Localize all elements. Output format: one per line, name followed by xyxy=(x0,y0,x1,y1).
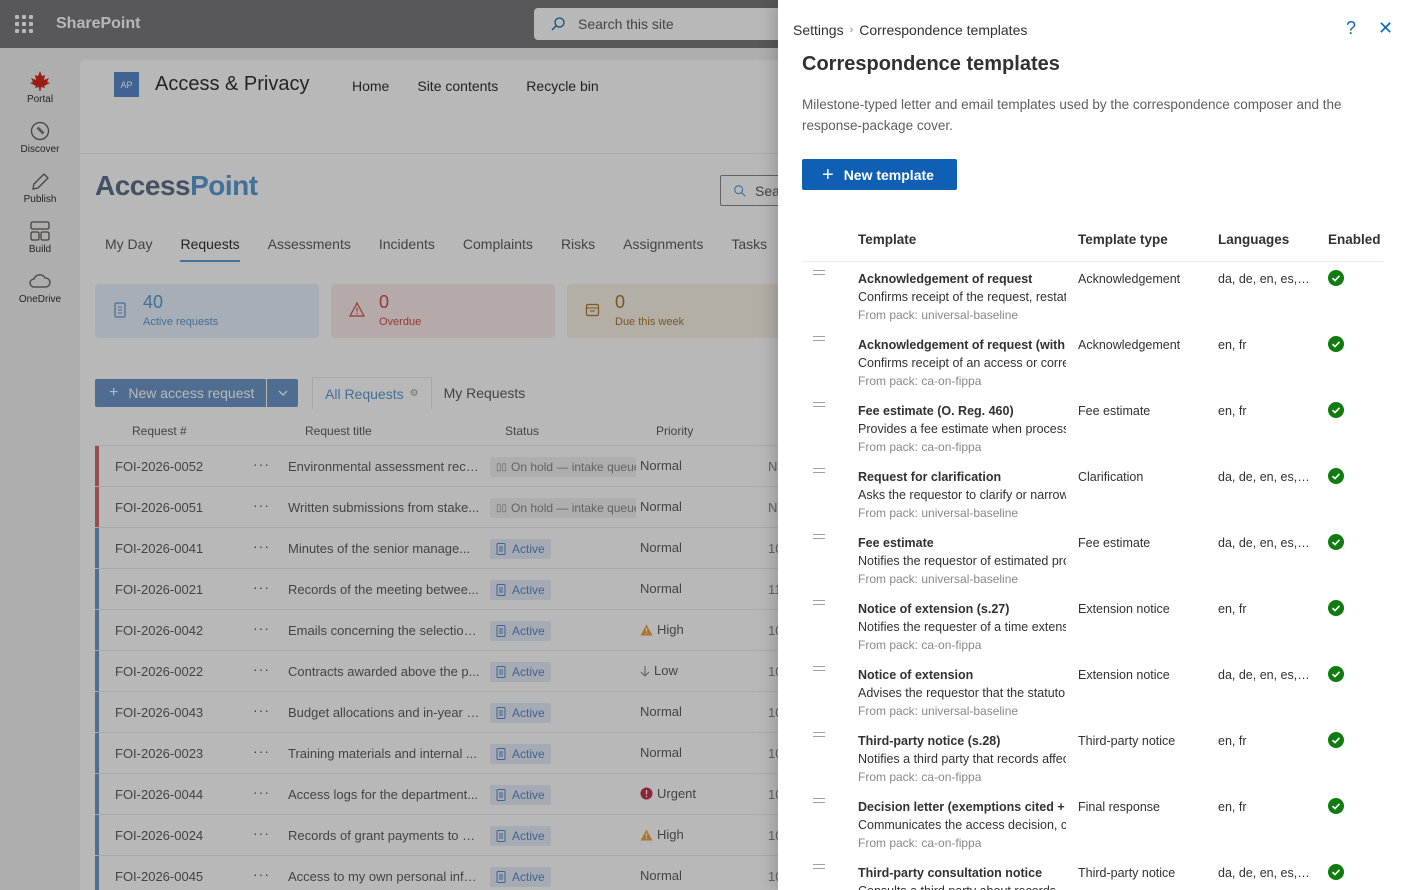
template-type: Extension notice xyxy=(1078,668,1170,682)
template-description: Notifies the requester of a time extensi… xyxy=(858,620,1066,634)
template-name[interactable]: Fee estimate xyxy=(858,536,1066,550)
template-type: Fee estimate xyxy=(1078,536,1151,550)
drag-handle-icon[interactable] xyxy=(813,402,825,410)
template-name[interactable]: Third-party notice (s.28) xyxy=(858,734,1066,748)
template-languages: en, fr xyxy=(1218,602,1247,616)
template-description: Confirms receipt of an access or correct xyxy=(858,356,1066,370)
template-name[interactable]: Acknowledgement of request xyxy=(858,272,1066,286)
template-name[interactable]: Acknowledgement of request (with $5 xyxy=(858,338,1066,352)
template-description: Provides a fee estimate when processin xyxy=(858,422,1066,436)
template-description: Asks the requestor to clarify or narrow … xyxy=(858,488,1066,502)
enabled-check-icon[interactable] xyxy=(1328,402,1344,421)
new-template-button[interactable]: + New template xyxy=(802,159,957,190)
template-description: Advises the requestor that the statutory xyxy=(858,686,1066,700)
template-pack: From pack: universal-baseline xyxy=(858,704,1019,718)
drag-handle-icon[interactable] xyxy=(813,336,825,344)
template-name[interactable]: Third-party consultation notice xyxy=(858,866,1066,880)
enabled-check-icon[interactable] xyxy=(1328,270,1344,289)
template-pack: From pack: ca-on-fippa xyxy=(858,770,982,784)
help-icon[interactable]: ? xyxy=(1346,18,1356,39)
drag-handle-icon[interactable] xyxy=(813,270,825,278)
template-description: Communicates the access decision, citir xyxy=(858,818,1066,832)
template-row[interactable]: Fee estimate (O. Reg. 460) Provides a fee… xyxy=(802,396,1383,462)
breadcrumb-settings[interactable]: Settings xyxy=(793,22,844,38)
template-languages: da, de, en, es, fi... xyxy=(1218,536,1312,550)
template-description: Confirms receipt of the request, restate… xyxy=(858,290,1066,304)
template-type: Third-party notice xyxy=(1078,866,1176,880)
template-type: Third-party notice xyxy=(1078,734,1176,748)
enabled-check-icon[interactable] xyxy=(1328,336,1344,355)
template-pack: From pack: ca-on-fippa xyxy=(858,836,982,850)
template-name[interactable]: Request for clarification xyxy=(858,470,1066,484)
template-pack: From pack: universal-baseline xyxy=(858,572,1019,586)
drag-handle-icon[interactable] xyxy=(813,864,825,872)
template-type: Final response xyxy=(1078,800,1160,814)
template-pack: From pack: ca-on-fippa xyxy=(858,638,982,652)
new-template-label: New template xyxy=(843,166,934,183)
drag-handle-icon[interactable] xyxy=(813,798,825,806)
template-languages: da, de, en, es, fi... xyxy=(1218,668,1312,682)
template-type: Acknowledgement xyxy=(1078,272,1181,286)
template-row[interactable]: Notice of extension (s.27) Notifies the r… xyxy=(802,594,1383,660)
template-row[interactable]: Third-party notice (s.28) Notifies a thir… xyxy=(802,726,1383,792)
template-pack: From pack: universal-baseline xyxy=(858,506,1019,520)
drag-handle-icon[interactable] xyxy=(813,732,825,740)
template-pack: From pack: ca-on-fippa xyxy=(858,374,982,388)
column-header-enabled[interactable]: Enabled xyxy=(1328,232,1381,247)
template-row[interactable]: Acknowledgement of request (with $5 Confi… xyxy=(802,330,1383,396)
templates-table-header: Template Template type Languages Enabled xyxy=(802,222,1383,262)
template-type: Clarification xyxy=(1078,470,1144,484)
template-row[interactable]: Decision letter (exemptions cited + 30 Co… xyxy=(802,792,1383,858)
template-languages: en, fr xyxy=(1218,800,1247,814)
column-header-template-type[interactable]: Template type xyxy=(1078,232,1168,247)
column-header-languages[interactable]: Languages xyxy=(1218,232,1289,247)
plus-icon: + xyxy=(822,163,834,186)
template-row[interactable]: Notice of extension Advises the requestor… xyxy=(802,660,1383,726)
template-type: Fee estimate xyxy=(1078,404,1151,418)
panel-title: Correspondence templates xyxy=(802,53,1060,75)
template-type: Acknowledgement xyxy=(1078,338,1181,352)
template-name[interactable]: Decision letter (exemptions cited + 30 xyxy=(858,800,1066,814)
drag-handle-icon[interactable] xyxy=(813,534,825,542)
template-languages: da, de, en, es, fi... xyxy=(1218,272,1312,286)
breadcrumb-current: Correspondence templates xyxy=(859,22,1028,38)
drag-handle-icon[interactable] xyxy=(813,600,825,608)
template-languages: en, fr xyxy=(1218,404,1247,418)
template-languages: da, de, en, es, fi... xyxy=(1218,470,1312,484)
template-languages: da, de, en, es, fi... xyxy=(1218,866,1312,880)
template-name[interactable]: Fee estimate (O. Reg. 460) xyxy=(858,404,1066,418)
template-row[interactable]: Third-party consultation notice Consults … xyxy=(802,858,1383,890)
settings-panel: Settings › Correspondence templates ? ✕ … xyxy=(778,0,1406,890)
template-row[interactable]: Request for clarification Asks the reques… xyxy=(802,462,1383,528)
template-name[interactable]: Notice of extension (s.27) xyxy=(858,602,1066,616)
panel-description: Milestone-typed letter and email templat… xyxy=(802,97,1342,133)
drag-handle-icon[interactable] xyxy=(813,468,825,476)
template-type: Extension notice xyxy=(1078,602,1170,616)
column-header-template[interactable]: Template xyxy=(858,232,916,247)
enabled-check-icon[interactable] xyxy=(1328,798,1344,817)
template-description: Notifies a third party that records affe… xyxy=(858,752,1066,766)
chevron-right-icon: › xyxy=(849,24,854,36)
template-row[interactable]: Fee estimate Notifies the requestor of es… xyxy=(802,528,1383,594)
enabled-check-icon[interactable] xyxy=(1328,732,1344,751)
template-name[interactable]: Notice of extension xyxy=(858,668,1066,682)
enabled-check-icon[interactable] xyxy=(1328,666,1344,685)
drag-handle-icon[interactable] xyxy=(813,666,825,674)
enabled-check-icon[interactable] xyxy=(1328,600,1344,619)
template-pack: From pack: ca-on-fippa xyxy=(858,440,982,454)
enabled-check-icon[interactable] xyxy=(1328,468,1344,487)
template-languages: en, fr xyxy=(1218,338,1247,352)
close-icon[interactable]: ✕ xyxy=(1378,18,1393,39)
template-description: Consults a third party about records xyxy=(858,884,1066,890)
template-languages: en, fr xyxy=(1218,734,1247,748)
enabled-check-icon[interactable] xyxy=(1328,534,1344,553)
template-pack: From pack: universal-baseline xyxy=(858,308,1019,322)
template-description: Notifies the requestor of estimated pro xyxy=(858,554,1066,568)
breadcrumb: Settings › Correspondence templates xyxy=(793,22,1027,38)
template-row[interactable]: Acknowledgement of request Confirms recei… xyxy=(802,264,1383,330)
enabled-check-icon[interactable] xyxy=(1328,864,1344,883)
